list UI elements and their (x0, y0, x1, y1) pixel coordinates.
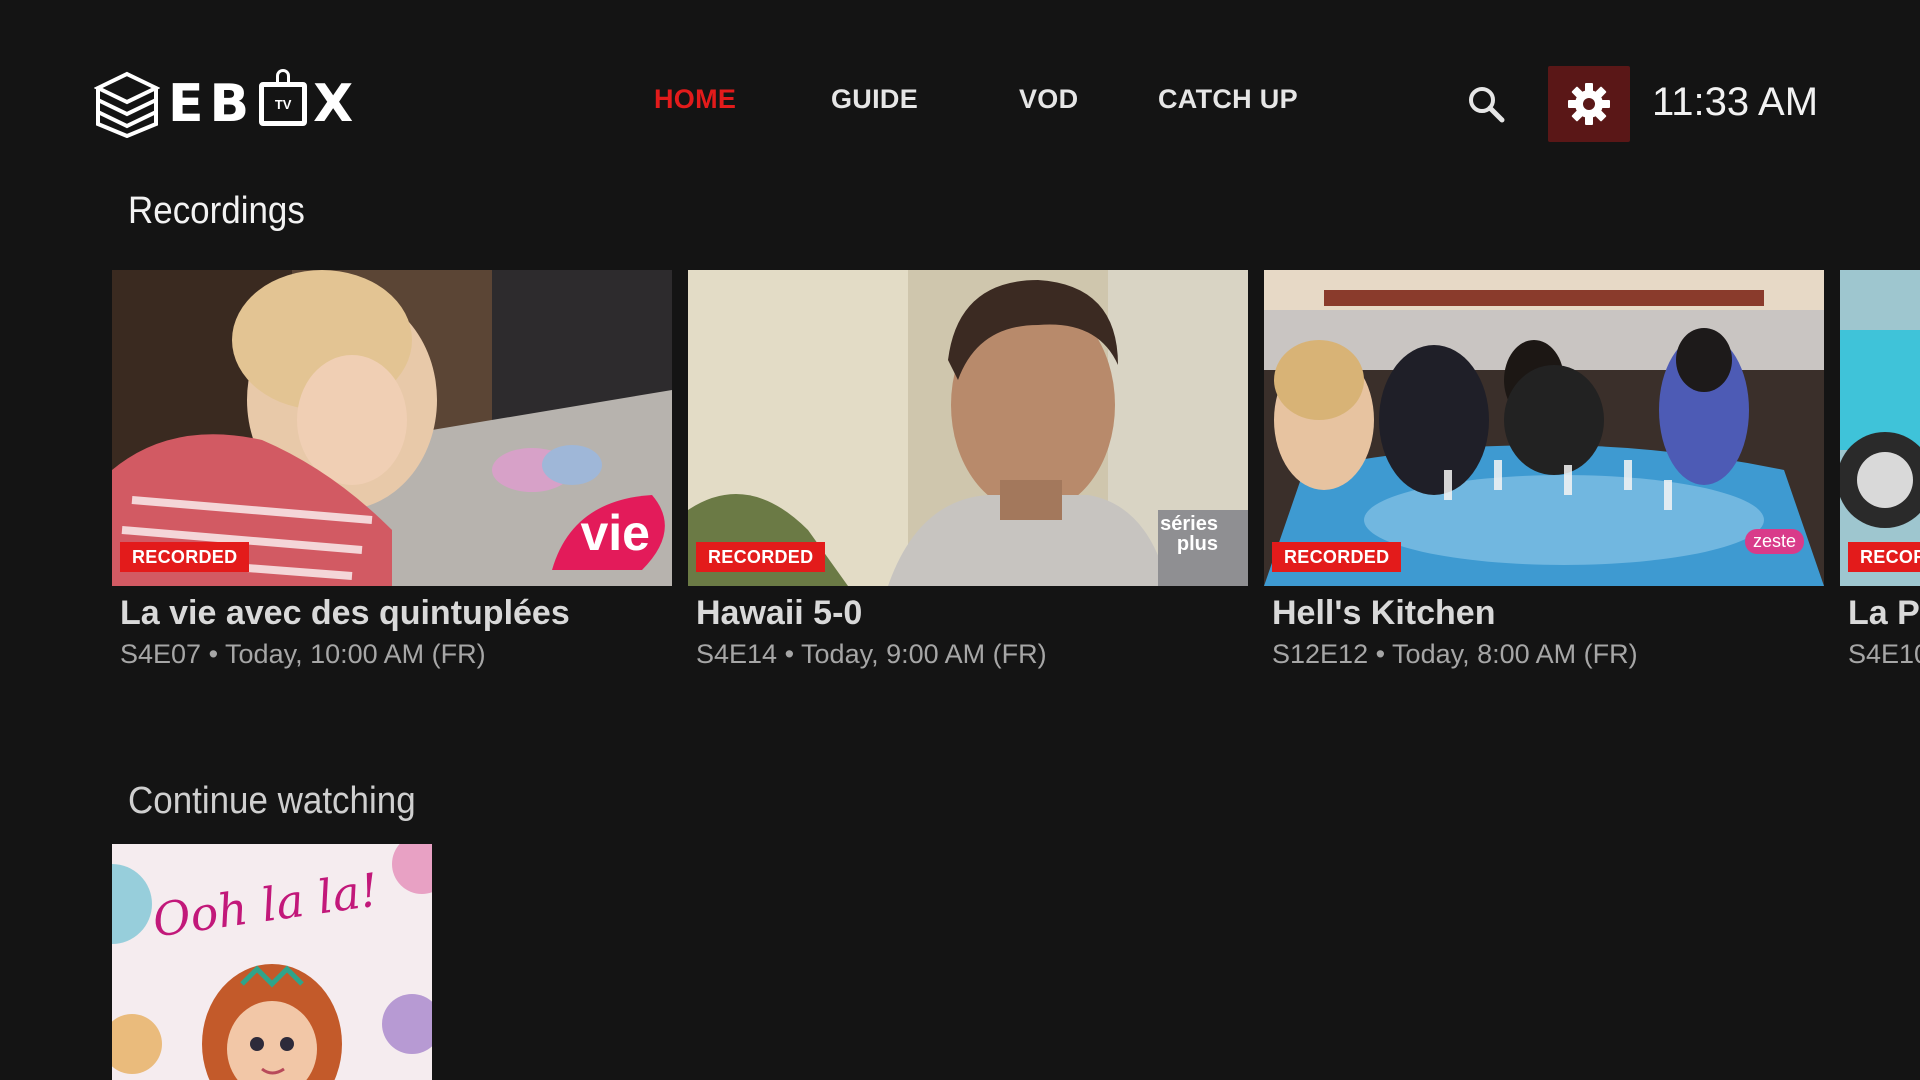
nav-catch-up[interactable]: CATCH UP (1158, 84, 1298, 115)
recording-title: La P (1848, 594, 1920, 632)
ebox-logo[interactable]: E B TV X (94, 69, 358, 138)
recording-title: La vie avec des quintuplées (120, 594, 570, 632)
continue-watching-card[interactable]: Ooh la la! (112, 844, 432, 1080)
settings-button[interactable] (1548, 66, 1630, 142)
recording-title: Hell's Kitchen (1272, 594, 1496, 632)
recording-subtitle: S4E07 • Today, 10:00 AM (FR) (120, 639, 486, 669)
brand-wordmark: E B TV X (168, 69, 358, 134)
recording-title: Hawaii 5-0 (696, 594, 863, 632)
recording-subtitle: S4E10 (1848, 639, 1920, 669)
continue-watching-heading: Continue watching (128, 780, 416, 822)
channel-logo: séries plus (1160, 513, 1218, 555)
recording-thumbnail: RECORDED zeste (1264, 270, 1824, 586)
recordings-row[interactable]: RECORDED vie La vie avec des quintuplées… (0, 270, 1920, 700)
top-bar: E B TV X HOME GUIDE VOD CATCH UP 11:33 A… (0, 0, 1920, 210)
brand-letter-b: B (209, 74, 254, 134)
antenna-icon (276, 69, 291, 83)
brand-tv-box: TV (259, 69, 308, 126)
gear-icon (1568, 83, 1610, 125)
recordings-heading: Recordings (128, 190, 305, 232)
recording-card[interactable]: RECORDED vie La vie avec des quintuplées… (112, 270, 672, 670)
brand-letter-e: E (168, 74, 208, 134)
nav-vod[interactable]: VOD (1019, 84, 1078, 115)
brand-letter-x: X (313, 74, 358, 134)
recording-card[interactable]: RECORDED séries plus Hawaii 5-0 S4E14 • … (688, 270, 1248, 670)
recording-subtitle: S4E14 • Today, 9:00 AM (FR) (696, 639, 1047, 669)
recording-card[interactable]: RECORDED zeste Hell's Kitchen S12E12 • T… (1264, 270, 1824, 670)
recording-card[interactable]: RECORDED La P S4E10 (1840, 270, 1920, 670)
recorded-badge: RECORDED (1848, 542, 1920, 572)
nav-guide[interactable]: GUIDE (831, 84, 918, 115)
recording-thumbnail: RECORDED (1840, 270, 1920, 586)
recording-subtitle: S12E12 • Today, 8:00 AM (FR) (1272, 639, 1638, 669)
channel-logo: zeste (1744, 529, 1804, 554)
recorded-badge: RECORDED (120, 542, 250, 572)
ebox-cube-icon (94, 71, 160, 138)
search-button[interactable] (1466, 84, 1506, 124)
clock: 11:33 AM (1652, 80, 1819, 124)
recorded-badge: RECORDED (1272, 542, 1402, 572)
thumbnail-image (1840, 270, 1920, 586)
nav-home[interactable]: HOME (654, 84, 736, 115)
recording-thumbnail: RECORDED vie (112, 270, 672, 586)
thumbnail-image (1264, 270, 1824, 586)
channel-logo: vie (580, 505, 650, 561)
brand-tv-badge: TV (274, 96, 292, 112)
search-icon (1469, 87, 1505, 123)
recorded-badge: RECORDED (696, 542, 826, 572)
recording-thumbnail: RECORDED séries plus (688, 270, 1248, 586)
